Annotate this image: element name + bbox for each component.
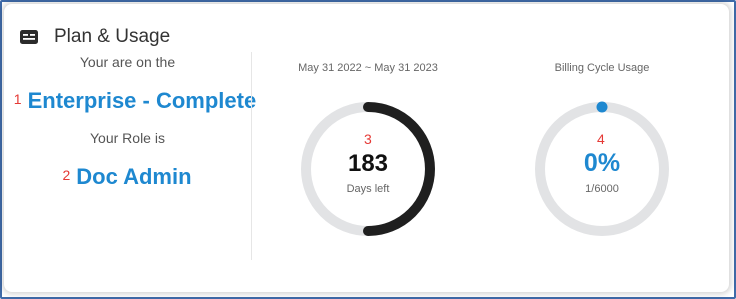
billing-usage-gauge-indicator xyxy=(596,101,608,113)
billing-usage-percent: 0% xyxy=(583,149,621,177)
billing-usage-count: 1/6000 xyxy=(585,183,619,195)
annotation-marker-2: 2 xyxy=(62,167,71,183)
annotation-marker-1: 1 xyxy=(13,91,22,107)
days-left-value: 183 xyxy=(347,150,389,177)
annotation-marker-3: 3 xyxy=(364,131,372,147)
plan-name: 1 Enterprise - Complete xyxy=(0,88,270,114)
subscription-date-range: May 31 2022 ~ May 31 2023 xyxy=(298,62,438,74)
plan-name-text: Enterprise - Complete xyxy=(27,88,257,113)
annotation-marker-4: 4 xyxy=(597,131,605,147)
days-left-caption: Days left xyxy=(346,183,390,195)
card-header: Plan & Usage xyxy=(20,26,170,48)
vertical-divider xyxy=(251,52,252,260)
card-title: Plan & Usage xyxy=(54,26,171,47)
role-prefix-text: Your Role is xyxy=(90,130,165,146)
role-name-text: Doc Admin xyxy=(76,164,192,189)
plan-prefix-text: Your are on the xyxy=(79,54,176,70)
role-name: 2 Doc Admin xyxy=(0,164,262,190)
id-card-icon xyxy=(20,30,38,44)
billing-cycle-label: Billing Cycle Usage xyxy=(554,62,650,74)
